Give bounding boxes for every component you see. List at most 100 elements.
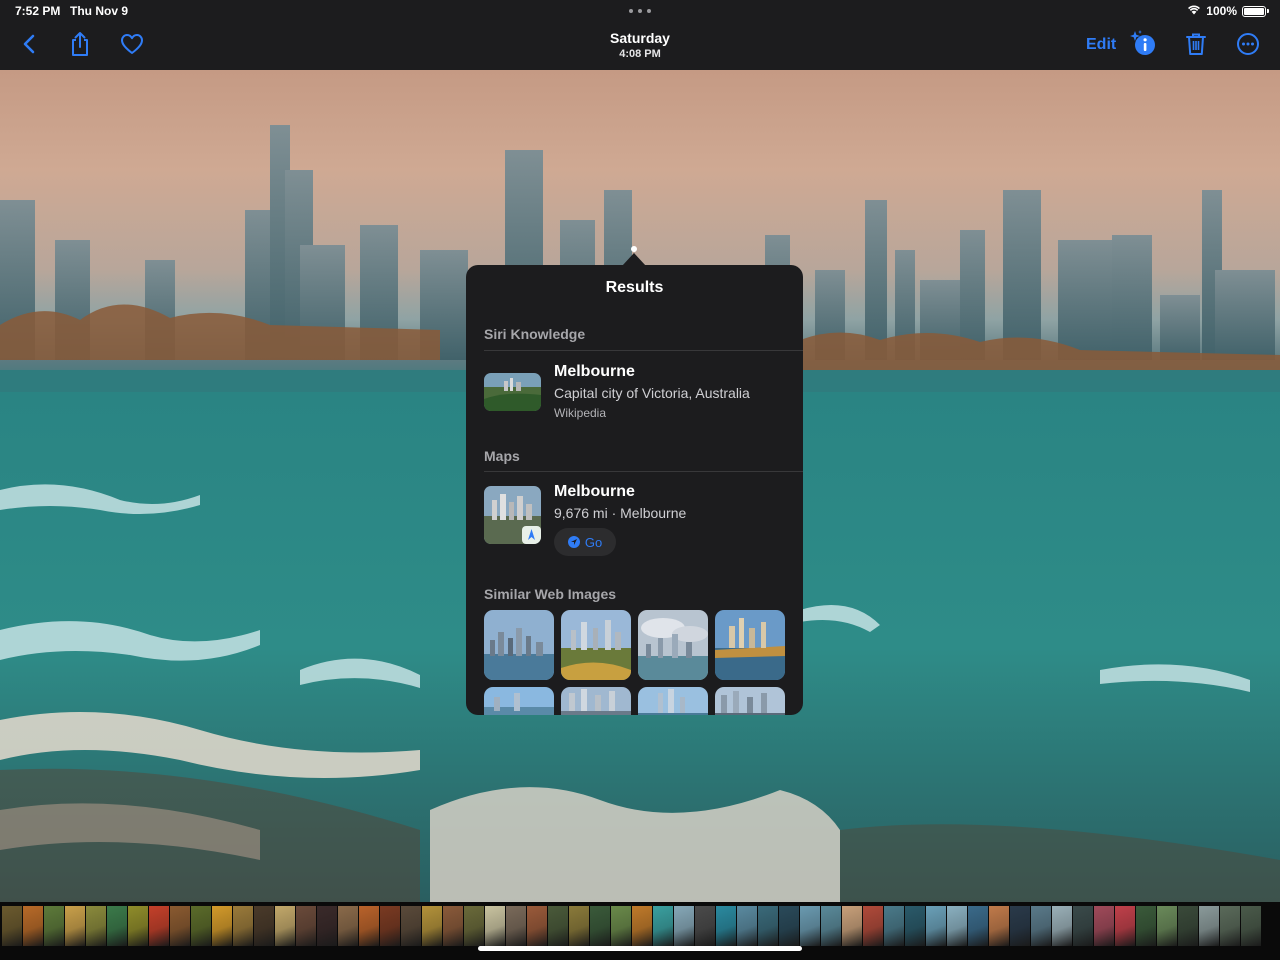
- similar-web-images-heading: Similar Web Images: [484, 586, 617, 602]
- filmstrip-thumbnails: [2, 906, 1261, 946]
- trash-icon: [1185, 32, 1207, 61]
- status-date: Thu Nov 9: [70, 4, 129, 18]
- filmstrip-thumbnail[interactable]: [191, 906, 211, 946]
- filmstrip-thumbnail[interactable]: [359, 906, 379, 946]
- delete-button[interactable]: [1181, 32, 1211, 60]
- filmstrip-thumbnail[interactable]: [464, 906, 484, 946]
- filmstrip-thumbnail[interactable]: [44, 906, 64, 946]
- filmstrip-thumbnail[interactable]: [968, 906, 988, 946]
- filmstrip-thumbnail[interactable]: [254, 906, 274, 946]
- maps-heading: Maps: [484, 448, 520, 464]
- nav-bar: Saturday 4:08 PM Edit: [0, 22, 1280, 70]
- filmstrip-thumbnail[interactable]: [149, 906, 169, 946]
- filmstrip-thumbnail[interactable]: [884, 906, 904, 946]
- filmstrip-thumbnail[interactable]: [1136, 906, 1156, 946]
- filmstrip-thumbnail[interactable]: [86, 906, 106, 946]
- filmstrip-thumbnail[interactable]: [1094, 906, 1114, 946]
- maps-result-distance: 9,676 mi · Melbourne: [554, 505, 687, 521]
- filmstrip-thumbnail[interactable]: [779, 906, 799, 946]
- lookup-pin-icon[interactable]: [631, 246, 637, 252]
- status-time: 7:52 PM: [15, 4, 61, 18]
- filmstrip-thumbnail[interactable]: [65, 906, 85, 946]
- filmstrip-thumbnail[interactable]: [1220, 906, 1240, 946]
- filmstrip-thumbnail[interactable]: [107, 906, 127, 946]
- filmstrip-thumbnail[interactable]: [926, 906, 946, 946]
- filmstrip-thumbnail[interactable]: [611, 906, 631, 946]
- filmstrip-thumbnail[interactable]: [821, 906, 841, 946]
- filmstrip-thumbnail[interactable]: [1241, 906, 1261, 946]
- filmstrip-thumbnail[interactable]: [317, 906, 337, 946]
- filmstrip-thumbnail[interactable]: [275, 906, 295, 946]
- filmstrip-thumbnail[interactable]: [842, 906, 862, 946]
- visual-lookup-results-panel: Results Siri Knowledge Melbourne Capital…: [466, 265, 803, 715]
- melbourne-map-thumbnail: [484, 486, 541, 544]
- home-indicator[interactable]: [478, 946, 802, 951]
- filmstrip-thumbnail[interactable]: [653, 906, 673, 946]
- go-directions-button[interactable]: Go: [554, 528, 616, 556]
- filmstrip-thumbnail[interactable]: [632, 906, 652, 946]
- filmstrip-thumbnail[interactable]: [443, 906, 463, 946]
- filmstrip-thumbnail[interactable]: [527, 906, 547, 946]
- web-image[interactable]: [638, 610, 708, 680]
- filmstrip-thumbnail[interactable]: [716, 906, 736, 946]
- battery-icon: [1242, 5, 1269, 17]
- filmstrip-thumbnail[interactable]: [380, 906, 400, 946]
- directions-arrow-icon: [567, 536, 580, 548]
- multitasking-dots[interactable]: [629, 9, 651, 13]
- filmstrip-thumbnail[interactable]: [947, 906, 967, 946]
- filmstrip-thumbnail[interactable]: [737, 906, 757, 946]
- results-title: Results: [605, 279, 664, 296]
- filmstrip-thumbnail[interactable]: [905, 906, 925, 946]
- web-image[interactable]: [484, 687, 554, 715]
- web-image[interactable]: [715, 610, 785, 680]
- web-image[interactable]: [484, 610, 554, 680]
- filmstrip-thumbnail[interactable]: [989, 906, 1009, 946]
- filmstrip-thumbnail[interactable]: [128, 906, 148, 946]
- filmstrip-thumbnail[interactable]: [863, 906, 883, 946]
- filmstrip-thumbnail[interactable]: [1199, 906, 1219, 946]
- visual-lookup-info-button[interactable]: [1128, 29, 1160, 60]
- filmstrip-thumbnail[interactable]: [1157, 906, 1177, 946]
- filmstrip-thumbnail[interactable]: [2, 906, 22, 946]
- edit-button[interactable]: Edit: [1086, 36, 1116, 54]
- filmstrip-thumbnail[interactable]: [422, 906, 442, 946]
- filmstrip-thumbnail[interactable]: [1073, 906, 1093, 946]
- melbourne-aerial-thumbnail: [484, 373, 541, 411]
- battery-percent: 100%: [1206, 4, 1237, 18]
- filmstrip-thumbnail[interactable]: [212, 906, 232, 946]
- filmstrip-thumbnail[interactable]: [170, 906, 190, 946]
- status-bar: 7:52 PM Thu Nov 9 100%: [0, 0, 1280, 22]
- web-image[interactable]: [561, 610, 631, 680]
- siri-result-title: Melbourne: [554, 363, 635, 380]
- filmstrip-thumbnail[interactable]: [800, 906, 820, 946]
- filmstrip-thumbnail[interactable]: [548, 906, 568, 946]
- filmstrip-thumbnail[interactable]: [506, 906, 526, 946]
- filmstrip-thumbnail[interactable]: [23, 906, 43, 946]
- filmstrip-thumbnail[interactable]: [1052, 906, 1072, 946]
- filmstrip-thumbnail[interactable]: [695, 906, 715, 946]
- more-button[interactable]: [1233, 32, 1263, 60]
- filmstrip-thumbnail[interactable]: [1178, 906, 1198, 946]
- filmstrip-thumbnail[interactable]: [569, 906, 589, 946]
- filmstrip-thumbnail[interactable]: [233, 906, 253, 946]
- wifi-icon: [1187, 4, 1201, 18]
- filmstrip-thumbnail[interactable]: [296, 906, 316, 946]
- filmstrip-thumbnail[interactable]: [590, 906, 610, 946]
- filmstrip-thumbnail[interactable]: [1115, 906, 1135, 946]
- section-divider: [484, 471, 803, 472]
- filmstrip-thumbnail[interactable]: [485, 906, 505, 946]
- status-indicators: 100%: [1187, 4, 1269, 18]
- web-image[interactable]: [715, 687, 785, 715]
- filmstrip-thumbnail[interactable]: [1031, 906, 1051, 946]
- filmstrip-thumbnail[interactable]: [674, 906, 694, 946]
- web-image[interactable]: [561, 687, 631, 715]
- filmstrip-thumbnail[interactable]: [758, 906, 778, 946]
- photo-filmstrip[interactable]: [0, 902, 1280, 960]
- go-label: Go: [584, 534, 603, 550]
- siri-result-subtitle: Capital city of Victoria, Australia: [554, 385, 750, 401]
- filmstrip-thumbnail[interactable]: [401, 906, 421, 946]
- web-image[interactable]: [638, 687, 708, 715]
- ellipsis-circle-icon: [1236, 32, 1260, 61]
- filmstrip-thumbnail[interactable]: [1010, 906, 1030, 946]
- filmstrip-thumbnail[interactable]: [338, 906, 358, 946]
